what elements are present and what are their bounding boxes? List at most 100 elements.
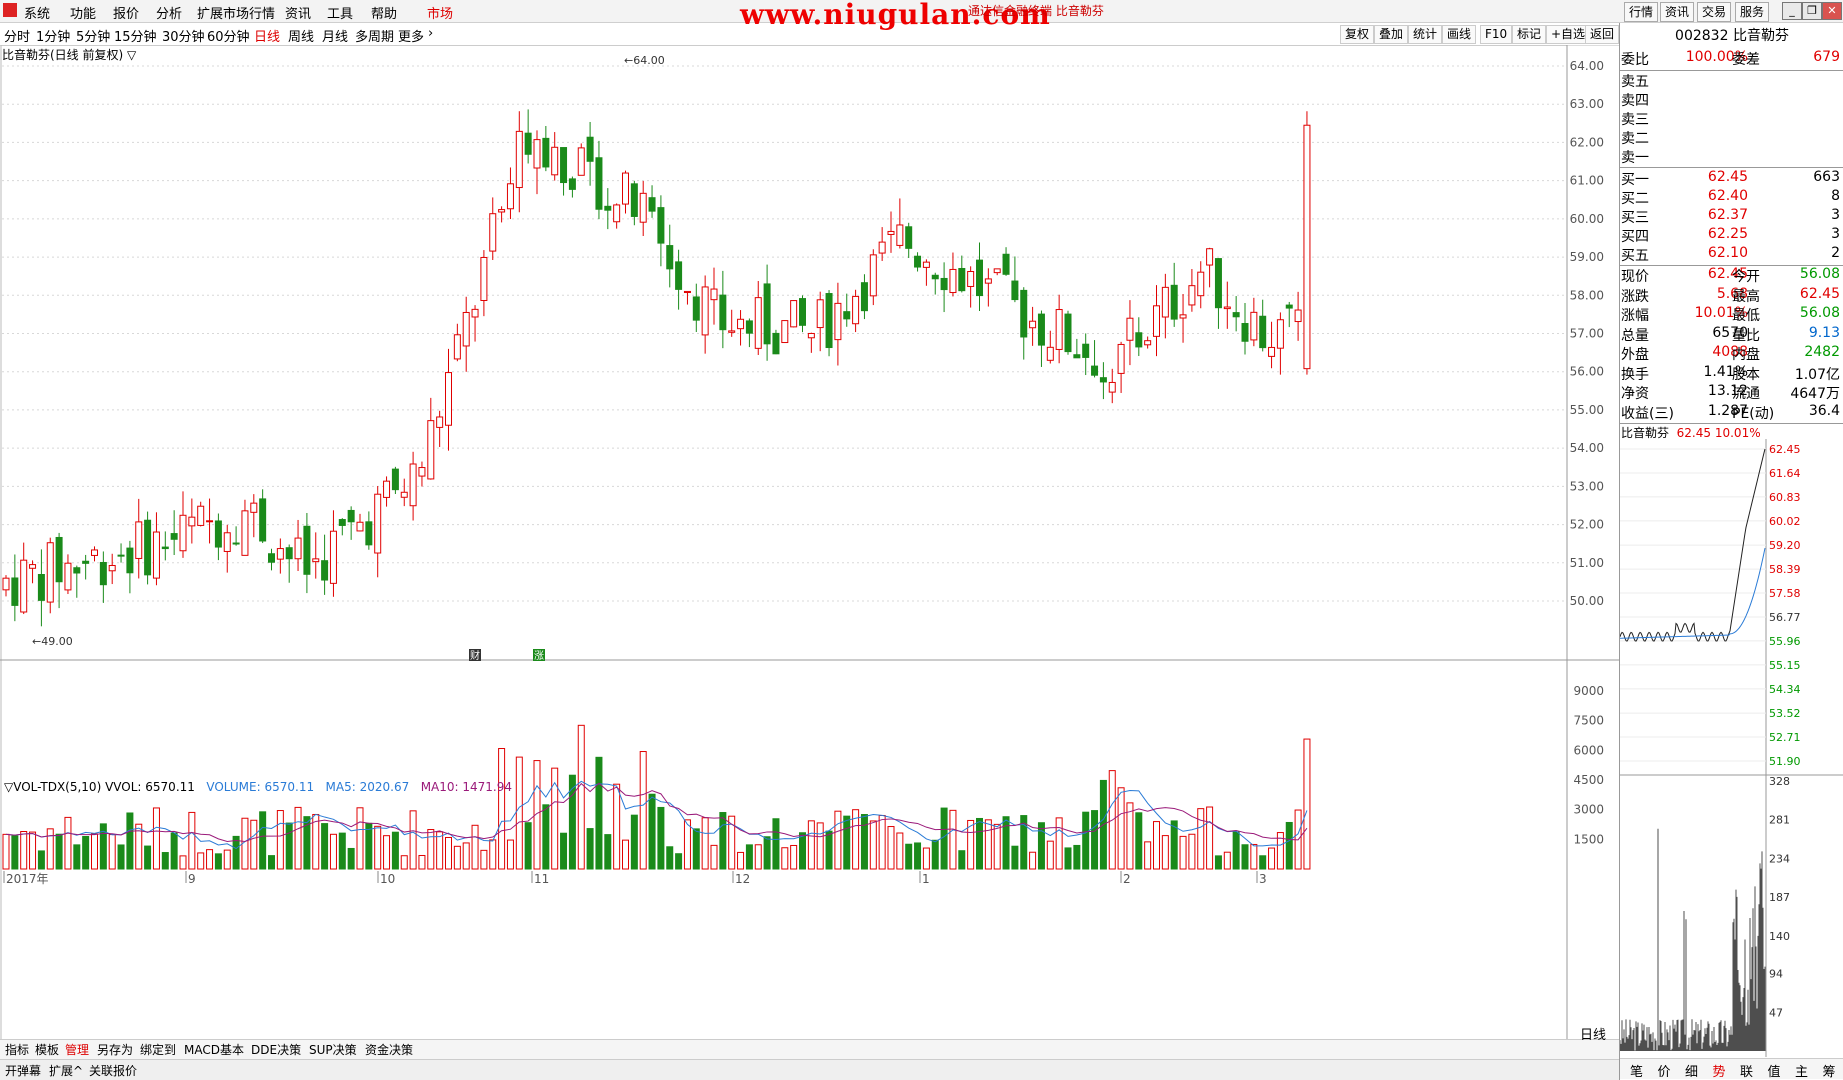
period-9[interactable]: 多周期 [355, 26, 394, 45]
vol-indicator-name[interactable]: ▽VOL-TDX(5,10) [4, 780, 101, 794]
indicator-tab-7[interactable]: SUP决策 [306, 1041, 360, 1058]
candle-body [1197, 271, 1205, 297]
volume-bar [37, 850, 45, 870]
volume-bar [427, 829, 435, 870]
close-icon[interactable]: ✕ [1822, 2, 1842, 20]
top-button-3[interactable]: 服务 [1735, 2, 1770, 22]
minimize-icon[interactable]: _ [1782, 2, 1802, 20]
window-title: 通达信金融终端 比音勒芬 [968, 4, 1104, 18]
top-button-2[interactable]: 交易 [1697, 2, 1732, 22]
indicator-tab-6[interactable]: DDE决策 [248, 1041, 304, 1058]
quote-tab-2[interactable]: 细 [1685, 1061, 1698, 1080]
indicator-tab-3[interactable]: 另存为 [94, 1041, 136, 1058]
candle-body [630, 183, 638, 217]
menu-item-6[interactable]: 工具 [327, 3, 353, 22]
menu-item-0[interactable]: 系统 [24, 3, 50, 22]
buy-row-1: 买二 62.40 8 [1620, 188, 1843, 207]
status-item-2[interactable]: 关联报价 [86, 1062, 140, 1079]
menu-item-1[interactable]: 功能 [70, 3, 96, 22]
volume-bar [896, 832, 904, 870]
volume-bar [1250, 843, 1258, 870]
candle-body [276, 548, 284, 560]
quote-tab-5[interactable]: 值 [1768, 1061, 1781, 1080]
tool-1[interactable]: 叠加 [1374, 25, 1409, 44]
tool-6[interactable]: +自选 [1546, 25, 1591, 44]
volume-bar [595, 756, 603, 870]
indicator-tab-2[interactable]: 管理 [62, 1041, 92, 1058]
period-6[interactable]: 日线 [254, 26, 280, 45]
quote-panel: 002832 比音勒芬 委比 100.00% 委差 679 卖五 卖四 卖三 卖二 卖一 买一 62… [1619, 23, 1843, 1080]
indicator-tab-8[interactable]: 资金决策 [362, 1041, 416, 1058]
period-0[interactable]: 分时 [4, 26, 30, 45]
period-2[interactable]: 5分钟 [76, 26, 110, 45]
period-5[interactable]: 60分钟 [207, 26, 250, 45]
buy-volume: 3 [1831, 226, 1840, 242]
volume-bar [453, 845, 461, 870]
menu-item-5[interactable]: 资讯 [285, 3, 311, 22]
tool-4[interactable]: F10 [1480, 25, 1513, 44]
volume-bar [772, 818, 780, 870]
tool-5[interactable]: 标记 [1512, 25, 1547, 44]
volume-bar [719, 812, 727, 870]
top-button-0[interactable]: 行情 [1624, 2, 1659, 22]
indicator-tab-0[interactable]: 指标 [2, 1041, 32, 1058]
top-button-1[interactable]: 资讯 [1660, 2, 1695, 22]
volume-bar [692, 828, 700, 870]
stat-value: 56.08 [1799, 266, 1840, 282]
period-1[interactable]: 1分钟 [36, 26, 70, 45]
candle-body [498, 209, 506, 213]
candle-body [1285, 304, 1293, 309]
period-10[interactable]: 更多 [398, 26, 424, 45]
candle-body [20, 559, 28, 613]
period-7[interactable]: 周线 [288, 26, 314, 45]
candle-body [99, 561, 107, 586]
candle-body [1170, 284, 1178, 320]
mini-price-tick: 53.52 [1769, 707, 1801, 720]
period-4[interactable]: 30分钟 [162, 26, 205, 45]
quote-tab-7[interactable]: 筹 [1823, 1061, 1836, 1080]
indicator-tab-1[interactable]: 模板 [32, 1041, 62, 1058]
status-item-1[interactable]: 扩展^ [46, 1062, 86, 1079]
indicator-tab-4[interactable]: 绑定到 [137, 1041, 179, 1058]
candle-body [462, 311, 470, 347]
tool-7[interactable]: 返回 [1585, 25, 1620, 44]
intraday-mini-chart[interactable]: 62.45 61.64 60.83 60.02 59.20 58.39 57.58 56.77… [1620, 439, 1843, 1057]
more-chevron-icon[interactable]: › [428, 26, 433, 41]
candle-body [409, 463, 417, 507]
volume-bar [1037, 822, 1045, 870]
volume-bar [126, 812, 134, 870]
volume-bar [471, 824, 479, 870]
volume-bar [276, 810, 284, 870]
menu-item-3[interactable]: 分析 [156, 3, 182, 22]
quote-tab-3[interactable]: 势 [1713, 1061, 1726, 1080]
candle-body [250, 502, 258, 513]
kline-chart[interactable]: 64.00 63.00 62.00 61.00 60.00 59.00 58.00 57.00… [0, 45, 1619, 1040]
volume-bar [958, 850, 966, 870]
menu-item-2[interactable]: 报价 [113, 3, 139, 22]
candle-body [914, 255, 922, 268]
price-tick: 64.00 [1570, 59, 1604, 73]
candle-body [568, 178, 576, 190]
period-8[interactable]: 月线 [322, 26, 348, 45]
divider [1620, 167, 1843, 168]
tool-2[interactable]: 统计 [1408, 25, 1443, 44]
menu-item-8[interactable]: 市场 [427, 3, 453, 22]
tool-3[interactable]: 画线 [1442, 25, 1477, 44]
quote-tab-4[interactable]: 联 [1740, 1061, 1753, 1080]
indicator-tab-5[interactable]: MACD基本 [181, 1041, 247, 1058]
candle-body [1276, 319, 1284, 349]
restore-icon[interactable]: ❐ [1802, 2, 1822, 20]
period-3[interactable]: 15分钟 [114, 26, 157, 45]
menu-item-7[interactable]: 帮助 [371, 3, 397, 22]
menu-item-4[interactable]: 扩展市场行情 [197, 3, 275, 22]
quote-tab-1[interactable]: 价 [1658, 1061, 1671, 1080]
candle-body [1188, 285, 1196, 306]
candle-body [108, 564, 116, 572]
mini-price-tick: 60.83 [1769, 491, 1801, 504]
status-item-0[interactable]: 开弹幕 [2, 1062, 44, 1079]
tool-0[interactable]: 复权 [1340, 25, 1375, 44]
quote-tab-6[interactable]: 主 [1795, 1061, 1808, 1080]
weicha-value: 679 [1813, 49, 1840, 65]
quote-tab-0[interactable]: 笔 [1630, 1061, 1643, 1080]
price-tick: 63.00 [1570, 97, 1604, 111]
